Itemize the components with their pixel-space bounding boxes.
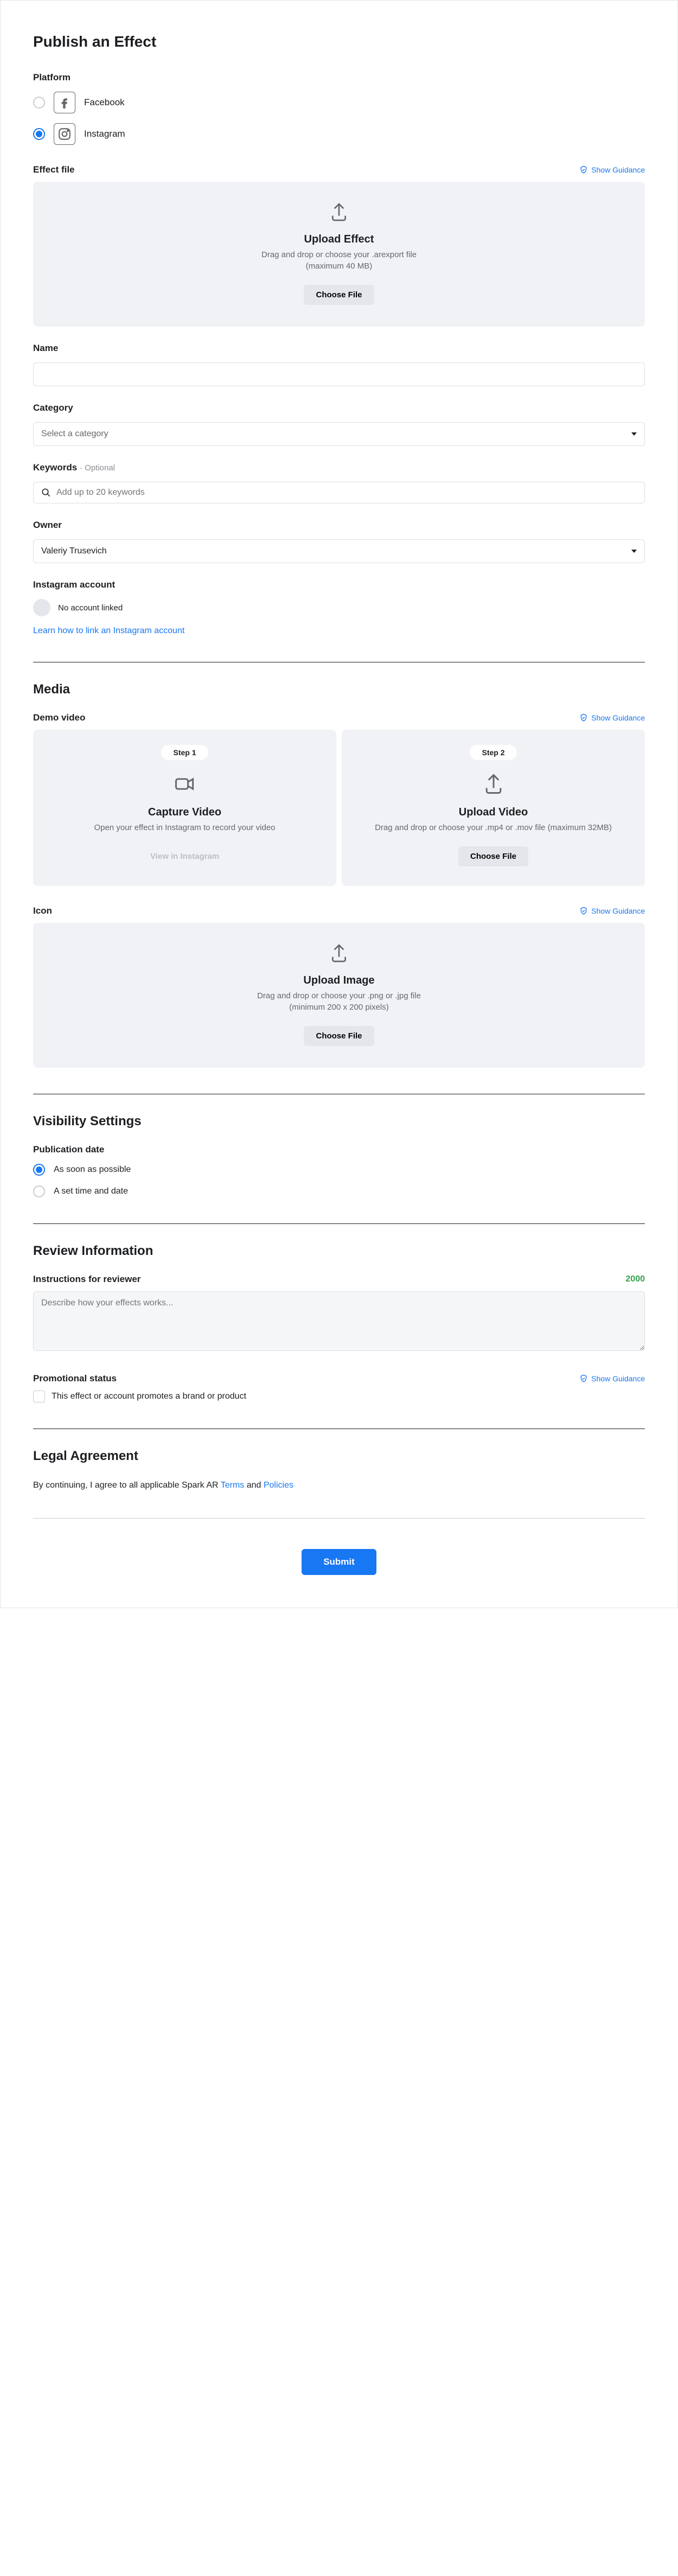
- promo-status-label: Promotional status: [33, 1373, 117, 1384]
- step2-title: Upload Video: [353, 806, 634, 819]
- publication-date-label: Publication date: [33, 1144, 645, 1155]
- upload-effect-desc: Drag and drop or choose your .arexport f…: [46, 249, 632, 272]
- icon-guidance-link[interactable]: Show Guidance: [579, 907, 645, 915]
- promo-guidance-link[interactable]: Show Guidance: [579, 1374, 645, 1383]
- video-camera-icon: [173, 772, 197, 796]
- instructions-textarea[interactable]: [33, 1291, 645, 1351]
- guidance-icon: [579, 165, 588, 174]
- page-title: Publish an Effect: [33, 33, 645, 50]
- promo-checkbox-label: This effect or account promotes a brand …: [52, 1392, 246, 1401]
- divider: [33, 1223, 645, 1224]
- ig-account-label: Instagram account: [33, 579, 645, 590]
- upload-video-card[interactable]: Step 2 Upload Video Drag and drop or cho…: [342, 730, 645, 886]
- submit-button[interactable]: Submit: [302, 1549, 376, 1575]
- platform-radio-instagram[interactable]: [33, 128, 45, 140]
- effect-file-label: Effect file: [33, 164, 75, 175]
- step1-title: Capture Video: [44, 806, 325, 819]
- category-select[interactable]: Select a category: [33, 422, 645, 446]
- owner-label: Owner: [33, 520, 645, 531]
- upload-icon: [482, 772, 506, 796]
- platform-name-instagram: Instagram: [84, 129, 125, 139]
- keywords-input[interactable]: [56, 488, 637, 498]
- step2-pill: Step 2: [470, 745, 516, 760]
- category-label: Category: [33, 403, 645, 413]
- policies-link[interactable]: Policies: [264, 1481, 293, 1490]
- chevron-down-icon: [631, 432, 637, 436]
- char-count: 2000: [625, 1274, 645, 1284]
- chevron-down-icon: [631, 550, 637, 553]
- upload-icon: [328, 942, 350, 964]
- platform-label: Platform: [33, 72, 645, 83]
- step2-desc: Drag and drop or choose your .mp4 or .mo…: [353, 822, 634, 833]
- instagram-icon: [54, 123, 75, 145]
- guidance-icon: [579, 713, 588, 722]
- terms-link[interactable]: Terms: [221, 1481, 245, 1490]
- legal-section-title: Legal Agreement: [33, 1449, 645, 1464]
- legal-agreement-text: By continuing, I agree to all applicable…: [33, 1479, 645, 1492]
- step1-desc: Open your effect in Instagram to record …: [44, 822, 325, 833]
- icon-label: Icon: [33, 906, 52, 916]
- upload-image-desc: Drag and drop or choose your .png or .jp…: [46, 990, 632, 1013]
- divider: [33, 1518, 645, 1519]
- facebook-icon: [54, 92, 75, 113]
- choose-file-icon-button[interactable]: Choose File: [304, 1026, 374, 1046]
- media-section-title: Media: [33, 682, 645, 697]
- keywords-label: Keywords · Optional: [33, 462, 645, 473]
- demo-video-guidance-link[interactable]: Show Guidance: [579, 713, 645, 722]
- instructions-label: Instructions for reviewer: [33, 1274, 140, 1285]
- pub-date-option-scheduled: A set time and date: [54, 1187, 128, 1196]
- name-label: Name: [33, 343, 645, 354]
- link-ig-help-link[interactable]: Learn how to link an Instagram account: [33, 626, 184, 635]
- owner-select[interactable]: Valeriy Trusevich: [33, 539, 645, 563]
- upload-image-title: Upload Image: [46, 974, 632, 987]
- capture-video-card: Step 1 Capture Video Open your effect in…: [33, 730, 336, 886]
- guidance-icon: [579, 1374, 588, 1383]
- promo-checkbox[interactable]: [33, 1391, 45, 1402]
- upload-effect-title: Upload Effect: [46, 233, 632, 246]
- avatar-placeholder: [33, 599, 50, 616]
- category-placeholder: Select a category: [41, 429, 108, 439]
- choose-file-video-button[interactable]: Choose File: [458, 846, 528, 866]
- guidance-icon: [579, 907, 588, 915]
- visibility-section-title: Visibility Settings: [33, 1114, 645, 1129]
- demo-video-label: Demo video: [33, 712, 85, 723]
- view-in-instagram-button: View in Instagram: [138, 846, 231, 866]
- pub-date-option-asap: As soon as possible: [54, 1165, 131, 1175]
- pub-date-radio-scheduled[interactable]: [33, 1185, 45, 1197]
- ig-account-status: No account linked: [58, 603, 123, 613]
- pub-date-radio-asap[interactable]: [33, 1164, 45, 1176]
- upload-icon: [328, 201, 350, 223]
- step1-pill: Step 1: [161, 745, 208, 760]
- search-icon: [41, 488, 51, 498]
- choose-file-effect-button[interactable]: Choose File: [304, 285, 374, 305]
- icon-dropzone[interactable]: Upload Image Drag and drop or choose you…: [33, 923, 645, 1068]
- optional-tag: · Optional: [80, 463, 115, 473]
- platform-name-facebook: Facebook: [84, 97, 125, 108]
- review-section-title: Review Information: [33, 1244, 645, 1259]
- name-input[interactable]: [33, 362, 645, 386]
- owner-value: Valeriy Trusevich: [41, 546, 107, 556]
- effect-file-dropzone[interactable]: Upload Effect Drag and drop or choose yo…: [33, 182, 645, 327]
- effect-file-guidance-link[interactable]: Show Guidance: [579, 165, 645, 174]
- platform-radio-facebook[interactable]: [33, 97, 45, 109]
- guidance-text: Show Guidance: [591, 165, 645, 174]
- keywords-input-wrapper[interactable]: [33, 482, 645, 503]
